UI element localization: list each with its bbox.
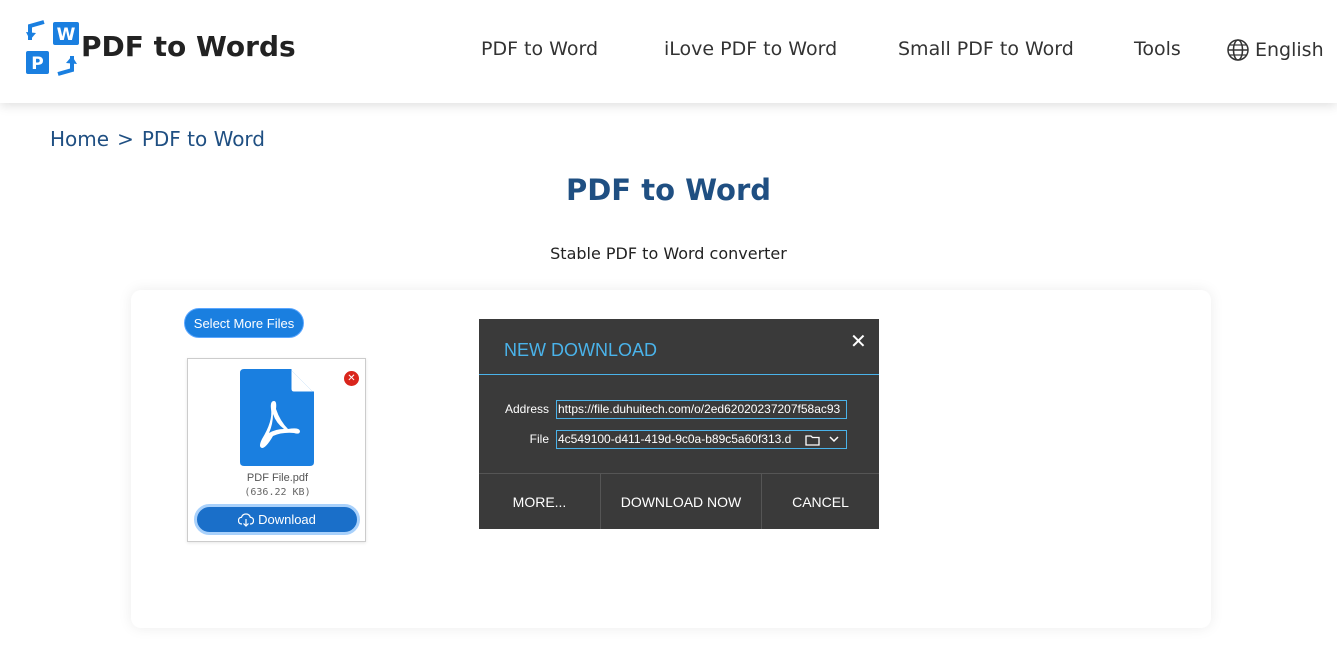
chevron-down-icon[interactable]	[829, 436, 839, 443]
download-button[interactable]: Download	[194, 504, 360, 535]
page-subtitle: Stable PDF to Word converter	[550, 244, 787, 263]
language-selector[interactable]: English	[1226, 38, 1324, 62]
file-name-value: 4c549100-d411-419d-9c0a-b89c5a60f313.d	[558, 432, 792, 446]
new-download-dialog: NEW DOWNLOAD ✕ Address https://file.duhu…	[479, 319, 879, 529]
dialog-title: NEW DOWNLOAD	[504, 340, 657, 360]
address-label: Address	[504, 402, 549, 416]
page-title: PDF to Word	[565, 173, 772, 207]
address-input[interactable]: https://file.duhuitech.com/o/2ed62020237…	[556, 400, 847, 419]
file-size: (636.22 KB)	[244, 487, 311, 498]
close-icon[interactable]: ✕	[850, 329, 867, 354]
remove-file-icon[interactable]: ✕	[344, 371, 359, 386]
select-more-files-button[interactable]: Select More Files	[184, 308, 304, 338]
breadcrumb: Home > PDF to Word	[50, 127, 265, 151]
download-now-button[interactable]: DOWNLOAD NOW	[601, 474, 761, 529]
more-button[interactable]: MORE...	[479, 474, 600, 529]
dialog-divider	[479, 374, 879, 375]
breadcrumb-home[interactable]: Home	[50, 127, 109, 151]
globe-icon	[1227, 39, 1249, 61]
svg-text:W: W	[57, 25, 76, 45]
logo-icon[interactable]: P W	[22, 18, 82, 78]
site-header: P W PDF to Words PDF to Word iLove PDF t…	[0, 0, 1337, 103]
folder-icon[interactable]	[805, 434, 820, 446]
nav-small-pdf-to-word[interactable]: Small PDF to Word	[898, 38, 1074, 60]
file-label: File	[529, 432, 549, 446]
svg-text:P: P	[31, 54, 43, 74]
brand-name[interactable]: PDF to Words	[81, 30, 296, 63]
pdf-file-icon	[240, 369, 314, 466]
download-label: Download	[258, 512, 316, 527]
cloud-download-icon	[238, 512, 255, 527]
file-name-input[interactable]: 4c549100-d411-419d-9c0a-b89c5a60f313.d	[556, 430, 847, 449]
file-name: PDF File.pdf	[246, 472, 309, 484]
language-label: English	[1255, 39, 1324, 61]
file-card: ✕ PDF File.pdf (636.22 KB) Download	[187, 358, 366, 542]
breadcrumb-current[interactable]: PDF to Word	[142, 127, 265, 151]
cancel-button[interactable]: CANCEL	[762, 474, 879, 529]
nav-pdf-to-word[interactable]: PDF to Word	[481, 38, 598, 60]
breadcrumb-separator: >	[117, 127, 134, 151]
nav-tools[interactable]: Tools	[1134, 38, 1181, 60]
nav-ilove-pdf-to-word[interactable]: iLove PDF to Word	[664, 38, 837, 60]
